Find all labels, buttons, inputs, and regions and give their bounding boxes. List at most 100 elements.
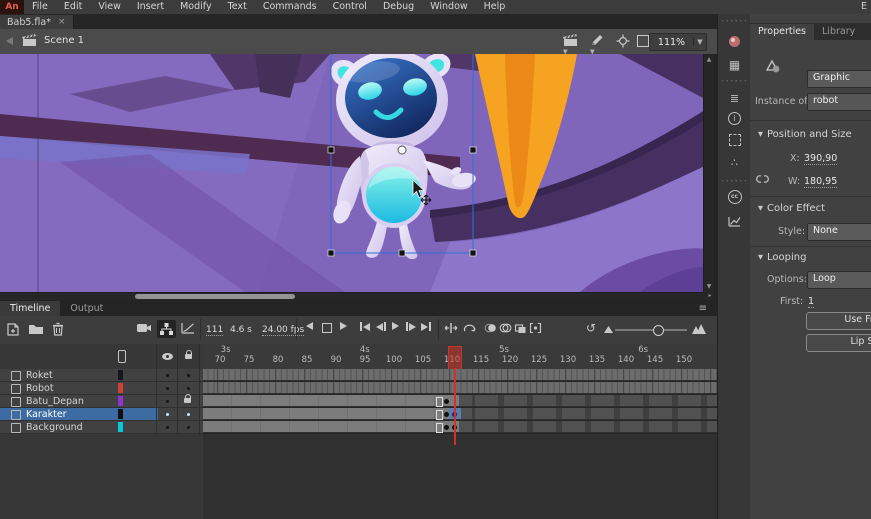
stage-zoom-select[interactable]: 111% ▼: [649, 33, 707, 51]
layer-name[interactable]: Roket: [26, 370, 53, 381]
stage-canvas[interactable]: [0, 54, 705, 292]
current-frame-value[interactable]: 111: [206, 325, 223, 336]
menu-item-modify[interactable]: Modify: [172, 0, 219, 14]
animate-logo[interactable]: An: [0, 0, 24, 14]
loop-playback-button[interactable]: [322, 323, 332, 333]
layer-outline-color[interactable]: [118, 396, 123, 406]
frame-rate-value[interactable]: 24.00 fps: [262, 325, 304, 336]
paint-ball-icon[interactable]: [718, 36, 751, 47]
layer-visibility-toggle[interactable]: [166, 387, 169, 390]
section-looping[interactable]: ▼Looping: [758, 252, 806, 263]
layer-visibility-toggle[interactable]: [166, 374, 169, 377]
keyframe-dot[interactable]: [444, 399, 449, 404]
scene-name-label[interactable]: Scene 1: [44, 35, 84, 46]
back-arrow-icon[interactable]: [6, 37, 13, 45]
tab-library[interactable]: Library: [814, 24, 863, 40]
layer-visibility-toggle[interactable]: [166, 413, 169, 416]
menu-item-insert[interactable]: Insert: [129, 0, 172, 14]
x-value[interactable]: 390,90: [804, 153, 837, 165]
frame-span[interactable]: [203, 395, 459, 406]
graph-editor-button[interactable]: [181, 322, 195, 334]
layer-visibility-toggle[interactable]: [166, 426, 169, 429]
frames-area[interactable]: 3s4s5s6s 7075808590951001051101151201251…: [203, 344, 717, 519]
span-end-marker[interactable]: [436, 423, 443, 433]
step-back-button[interactable]: [306, 322, 313, 330]
span-end-marker[interactable]: [436, 410, 443, 420]
align-panel-icon[interactable]: ≣: [718, 92, 751, 105]
layer-row-karakter[interactable]: Karakter: [0, 408, 203, 421]
layer-outline-color[interactable]: [118, 383, 123, 393]
dock-grip[interactable]: ••••••: [718, 180, 751, 183]
go-to-last-frame-button[interactable]: [421, 322, 431, 331]
section-color-effect[interactable]: ▼Color Effect: [758, 203, 825, 214]
play-button[interactable]: [392, 322, 399, 330]
layer-lock-toggle[interactable]: [187, 374, 190, 377]
layer-lock-toggle[interactable]: [187, 426, 190, 429]
menu-item-text[interactable]: Text: [220, 0, 255, 14]
tab-close-icon[interactable]: ×: [58, 17, 66, 27]
keyframe-dot[interactable]: [444, 412, 449, 417]
lip-sync-button[interactable]: Lip S: [806, 334, 871, 352]
particles-panel-icon[interactable]: ∴: [718, 156, 751, 169]
layer-lock-toggle[interactable]: [184, 398, 191, 403]
symbol-type-dropdown[interactable]: Graphic: [807, 70, 871, 88]
menu-item-control[interactable]: Control: [325, 0, 375, 14]
center-frame-icon[interactable]: [616, 34, 630, 48]
frame-track-background[interactable]: [203, 421, 717, 434]
timeline-ruler[interactable]: 3s4s5s6s 7075808590951001051101151201251…: [203, 344, 717, 370]
new-layer-button[interactable]: [6, 322, 21, 337]
transform-panel-icon[interactable]: [718, 134, 751, 146]
step-forward-button[interactable]: [340, 322, 347, 330]
layer-row-batu_depan[interactable]: Batu_Depan: [0, 395, 203, 408]
frame-track-batu_depan[interactable]: [203, 395, 717, 408]
frame-track-karakter[interactable]: [203, 408, 717, 421]
info-panel-icon[interactable]: i: [718, 112, 751, 125]
delete-layer-button[interactable]: [52, 322, 64, 336]
modify-markers-button[interactable]: [529, 322, 542, 334]
playhead-marker[interactable]: [448, 346, 462, 370]
section-position-and-size[interactable]: ▼Position and Size: [758, 129, 852, 140]
show-parenting-view-button[interactable]: [157, 320, 176, 338]
layer-visibility-toggle[interactable]: [166, 400, 169, 403]
clip-content-icon[interactable]: [637, 35, 649, 47]
timeline-zoom-slider[interactable]: [615, 329, 687, 331]
empty-frames[interactable]: [459, 421, 717, 432]
empty-frames[interactable]: [459, 408, 717, 419]
menu-item-file[interactable]: File: [24, 0, 56, 14]
dock-grip[interactable]: ••••••: [718, 80, 751, 83]
edit-multiple-frames-button[interactable]: [514, 322, 527, 334]
w-value[interactable]: 180,95: [804, 176, 837, 188]
frame-track-roket[interactable]: [203, 369, 717, 382]
menu-item-view[interactable]: View: [90, 0, 129, 14]
graph-panel-icon[interactable]: [718, 216, 751, 227]
zoom-out-frames-icon[interactable]: [604, 326, 613, 333]
camera-button[interactable]: [136, 322, 152, 334]
style-dropdown[interactable]: None: [807, 223, 871, 241]
scrollbar-thumb[interactable]: [135, 294, 295, 299]
frame-span[interactable]: [203, 408, 459, 419]
grid-panel-icon[interactable]: ▦: [718, 58, 751, 72]
loop-range-button[interactable]: [462, 322, 477, 334]
menu-item-window[interactable]: Window: [422, 0, 475, 14]
loop-options-dropdown[interactable]: Loop: [807, 271, 871, 289]
layer-outline-color[interactable]: [118, 422, 123, 432]
keyframe-span[interactable]: [203, 382, 717, 393]
tab-properties[interactable]: Properties: [750, 24, 814, 40]
menu-item-commands[interactable]: Commands: [255, 0, 325, 14]
layer-name[interactable]: Batu_Depan: [26, 396, 84, 407]
first-frame-value[interactable]: 1: [808, 296, 814, 308]
tab-timeline[interactable]: Timeline: [0, 301, 60, 316]
zoom-in-frames-icon[interactable]: [692, 324, 706, 334]
span-end-marker[interactable]: [436, 397, 443, 407]
menu-item-debug[interactable]: Debug: [375, 0, 422, 14]
onion-skin-outlines-button[interactable]: [499, 322, 512, 334]
panel-menu-icon[interactable]: ≡: [699, 302, 707, 316]
layer-name[interactable]: Background: [26, 422, 83, 433]
menu-item-edit[interactable]: Edit: [56, 0, 90, 14]
layer-row-background[interactable]: Background: [0, 421, 203, 434]
reset-zoom-icon[interactable]: ↺: [586, 321, 596, 335]
layer-outline-color[interactable]: [118, 370, 123, 380]
layer-row-robot[interactable]: Robot: [0, 382, 203, 395]
step-back-one-frame-button[interactable]: [376, 322, 386, 331]
zoom-slider-knob[interactable]: [653, 325, 664, 336]
